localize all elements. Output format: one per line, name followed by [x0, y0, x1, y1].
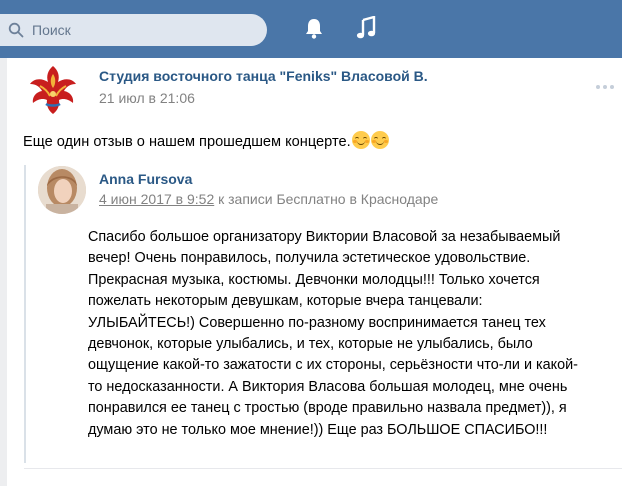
post-divider — [24, 468, 622, 469]
post-text-content: Еще один отзыв о нашем прошедшем концерт… — [23, 134, 351, 150]
repost-context-text[interactable]: к записи Бесплатно в Краснодаре — [218, 191, 438, 207]
left-sidebar-strip — [0, 58, 7, 486]
music-note-icon[interactable] — [356, 16, 376, 40]
post-more-options-icon[interactable] — [596, 76, 620, 89]
post-date[interactable]: 21 июл в 21:06 — [99, 90, 195, 106]
notifications-bell-icon[interactable] — [304, 17, 324, 39]
repost-author-avatar[interactable] — [38, 166, 86, 214]
repost-meta: 4 июн 2017 в 9:52 к записи Бесплатно в К… — [99, 191, 438, 207]
repost-date-link[interactable]: 4 июн 2017 в 9:52 — [99, 191, 214, 207]
blushing-smile-emoji-icon — [351, 131, 370, 149]
community-avatar-phoenix[interactable] — [22, 60, 84, 118]
search-icon — [8, 22, 24, 38]
user-photo-icon — [38, 166, 86, 214]
search-input[interactable]: Поиск — [0, 14, 267, 46]
repost-author-link[interactable]: Anna Fursova — [99, 171, 192, 187]
top-header-bar: Поиск — [0, 0, 622, 58]
smiling-face-emoji-icon — [370, 131, 389, 149]
repost-quote-line — [24, 165, 26, 463]
post-author-link[interactable]: Студия восточного танца "Feniks" Власово… — [99, 68, 428, 84]
post-text: Еще один отзыв о нашем прошедшем концерт… — [23, 131, 389, 152]
repost-text: Спасибо большое организатору Виктории Вл… — [88, 229, 578, 438]
search-placeholder: Поиск — [32, 22, 71, 38]
